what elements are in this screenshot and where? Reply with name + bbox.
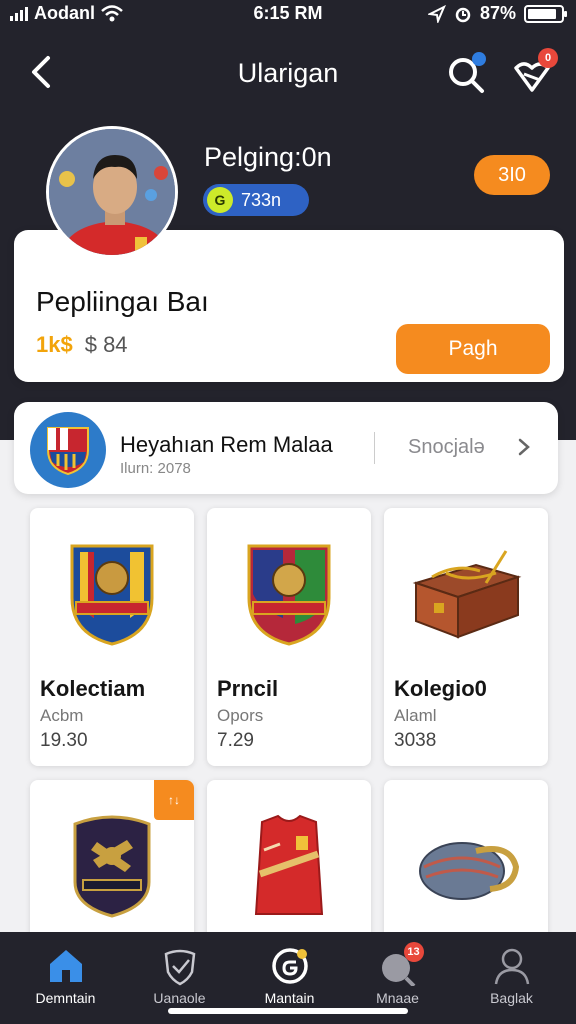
collection-item[interactable]: Kolegio0 Alaml 3038 (384, 508, 548, 766)
alarm-icon (455, 7, 471, 22)
level-badge-button[interactable]: 3I0 (474, 155, 550, 195)
battery-fill (528, 8, 556, 19)
club-logo (30, 412, 106, 488)
item-title: Kolegio0 (394, 676, 487, 701)
dark-shield-icon (73, 815, 151, 918)
xp-pill: G 733n (203, 184, 309, 216)
club-link[interactable]: Snocjalə (408, 436, 485, 459)
page-title: Ularigan (237, 58, 339, 88)
profile-name: Pelging:0n (204, 142, 332, 172)
tab-label: Demntain (35, 990, 96, 1006)
collection-item[interactable]: ↑↓ (30, 780, 194, 940)
treasure-chest-icon (412, 550, 522, 639)
balance-amount: 1k$ $ 84 (36, 332, 128, 358)
search-indicator-dot (472, 52, 486, 66)
item-price: 19.30 (40, 730, 88, 751)
collection-item[interactable] (207, 780, 371, 940)
item-price: 7.29 (217, 730, 254, 751)
collection-item[interactable]: Kolectiam Acbm 19.30 (30, 508, 194, 766)
tab-search[interactable]: Mantain (232, 940, 347, 1016)
item-title: Kolectiam (40, 676, 146, 701)
status-right: 87% (427, 3, 567, 24)
tab-label: Uanaole (153, 990, 206, 1006)
search-g-icon (270, 946, 310, 986)
tab-label: Mantain (264, 990, 315, 1006)
club-name: Heyahıan Rem Malaa (120, 432, 333, 457)
balance-title: Pepliingaı Baı (36, 286, 209, 317)
shield-icon (160, 946, 200, 986)
tab-ball[interactable]: 13 Mnaae (340, 940, 455, 1016)
collection-item[interactable] (384, 780, 548, 940)
item-image (207, 528, 371, 658)
xp-value: 733n (241, 189, 282, 210)
battery-percent: 87% (479, 3, 516, 23)
item-image (384, 800, 548, 930)
item-subtitle: Alaml (394, 706, 437, 725)
balance-accent: 1k$ (36, 332, 73, 357)
notifications-button[interactable]: 0 (510, 48, 558, 96)
item-subtitle: Acbm (40, 706, 84, 725)
status-bar: Aodanl 6:15 RM 87% (0, 0, 576, 28)
balance-value: $ 84 (84, 332, 128, 357)
item-price: 3038 (394, 730, 437, 751)
club-crest-yellow-icon (70, 544, 154, 646)
club-subtitle: Ilurn: 2078 (120, 460, 191, 477)
item-image (30, 800, 194, 930)
item-image (30, 528, 194, 658)
chevron-right-icon[interactable] (514, 432, 534, 462)
club-crest-icon (47, 427, 89, 476)
red-jersey-icon (254, 814, 324, 915)
avatar[interactable] (46, 126, 178, 258)
player-photo (49, 129, 175, 255)
club-crest-green-icon (247, 544, 331, 646)
item-image (384, 528, 548, 658)
tab-home[interactable]: Demntain (8, 940, 123, 1016)
pay-button[interactable]: Pagh (396, 324, 550, 374)
coin-icon: G (207, 187, 233, 213)
club-card[interactable]: Heyahıan Rem Malaa Ilurn: 2078 Snocjalə (14, 402, 558, 494)
item-image (207, 800, 371, 930)
person-icon (492, 946, 532, 986)
ball-icon: 13 (378, 942, 424, 988)
search-button[interactable] (444, 52, 488, 96)
collection-item[interactable]: Prncil Opors 7.29 (207, 508, 371, 766)
tab-shield[interactable]: Uanaole (122, 940, 237, 1016)
divider (374, 432, 375, 464)
tab-badge: 13 (403, 942, 424, 962)
home-icon (46, 946, 86, 986)
tab-profile[interactable]: Baglak (454, 940, 569, 1016)
battery-icon (524, 4, 567, 23)
item-title: Prncil (217, 676, 279, 701)
location-icon (427, 4, 446, 23)
notification-badge: 0 (538, 48, 558, 68)
item-subtitle: Opors (217, 706, 264, 725)
knit-cap-icon (419, 842, 520, 900)
tab-label: Baglak (490, 990, 533, 1006)
home-indicator[interactable] (168, 1008, 408, 1014)
tab-label: Mnaae (376, 990, 419, 1006)
